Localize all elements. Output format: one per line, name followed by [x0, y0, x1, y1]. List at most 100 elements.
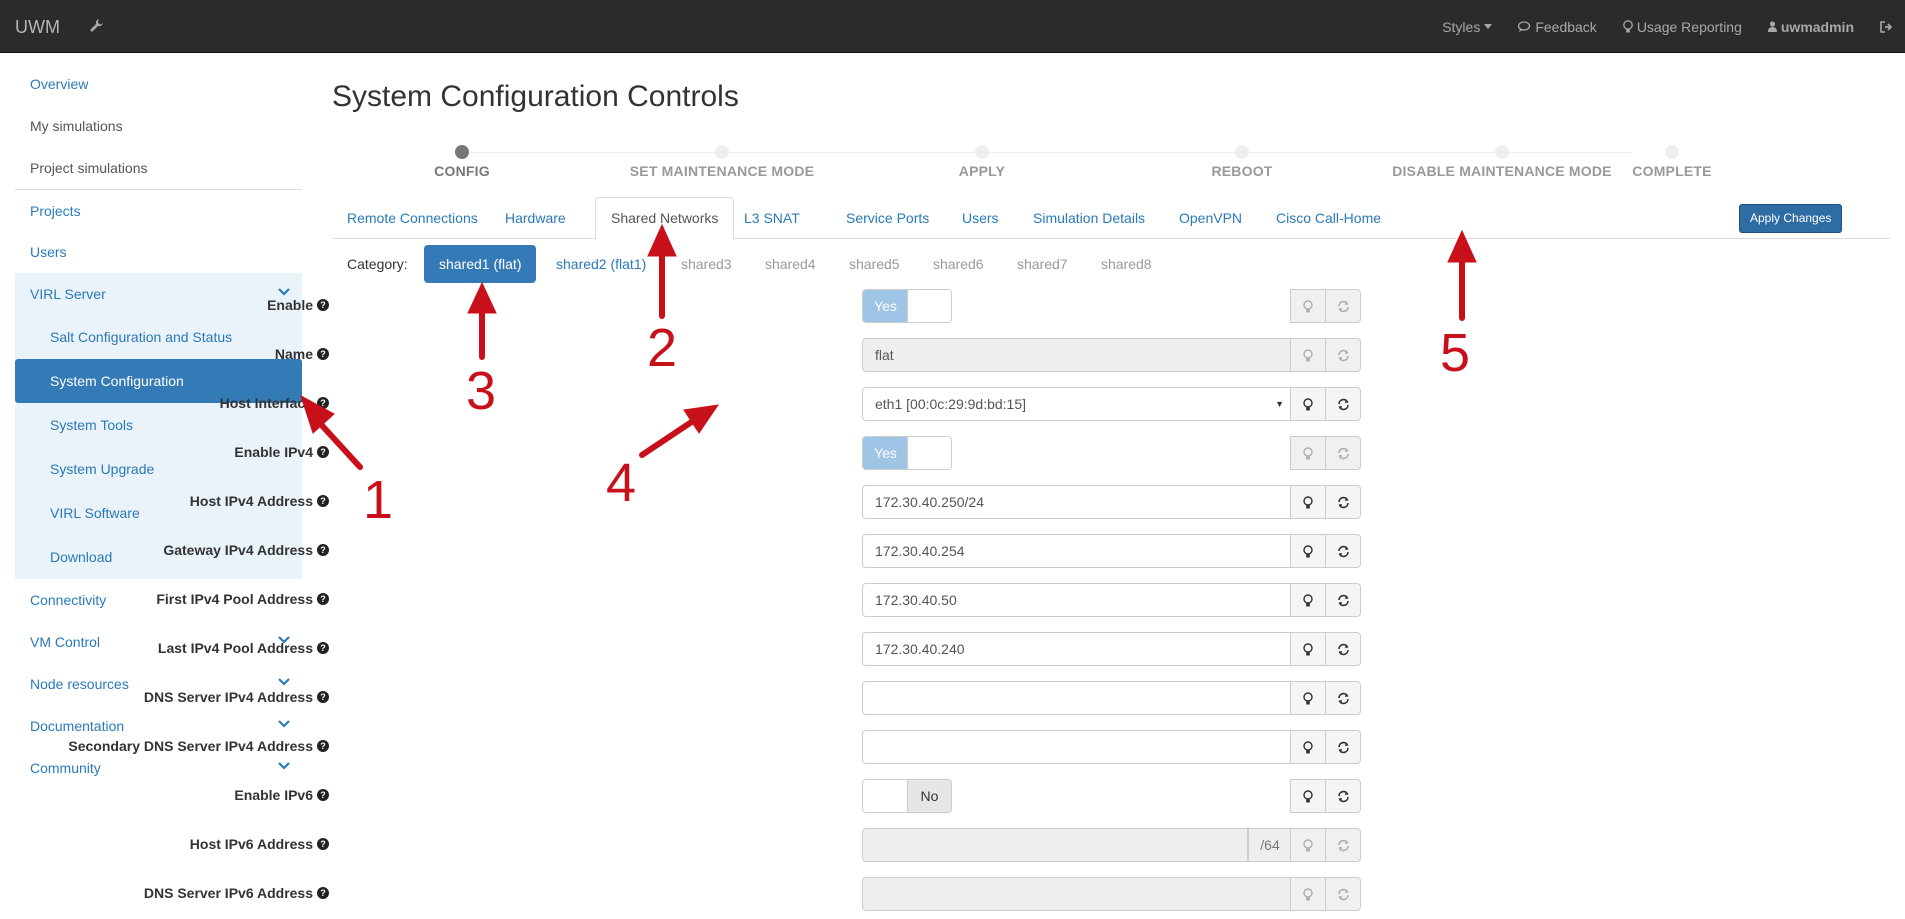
host-ipv4-input[interactable]: 172.30.40.250/24 — [862, 485, 1291, 519]
question-circle-icon[interactable]: ? — [317, 789, 329, 801]
reset-button[interactable] — [1325, 387, 1361, 421]
reset-button[interactable] — [1325, 436, 1361, 470]
hint-button[interactable] — [1290, 534, 1326, 568]
question-circle-icon[interactable]: ? — [317, 642, 329, 654]
tab-remote-connections[interactable]: Remote Connections — [332, 197, 493, 239]
tab-shared-networks[interactable]: Shared Networks — [595, 197, 735, 240]
reset-button[interactable] — [1325, 877, 1361, 911]
question-circle-icon[interactable]: ? — [317, 397, 329, 409]
sidebar-item-project-simulations[interactable]: Project simulations — [15, 147, 302, 189]
question-circle-icon[interactable]: ? — [317, 299, 329, 311]
form-row-first-pool: First IPv4 Pool Address? 172.30.40.50 — [0, 581, 1400, 617]
sidebar-item-users[interactable]: Users — [15, 231, 302, 273]
hint-button[interactable] — [1290, 877, 1326, 911]
question-circle-icon[interactable]: ? — [317, 691, 329, 703]
reset-button[interactable] — [1325, 485, 1361, 519]
enable-toggle[interactable]: Yes — [862, 289, 952, 323]
category-label: Category: — [347, 256, 408, 272]
field-label: Host IPv6 Address? — [190, 826, 329, 862]
name-input[interactable]: flat — [862, 338, 1291, 372]
sidebar-item-projects[interactable]: Projects — [15, 189, 302, 231]
category-pill-shared8[interactable]: shared8 — [1086, 245, 1167, 283]
field-label: Host IPv4 Address? — [190, 483, 329, 519]
hint-button[interactable] — [1290, 730, 1326, 764]
wrench-icon[interactable] — [88, 17, 104, 37]
hint-button[interactable] — [1290, 779, 1326, 813]
styles-menu[interactable]: Styles — [1429, 0, 1505, 53]
feedback-link[interactable]: Feedback — [1505, 0, 1609, 53]
hint-button[interactable] — [1290, 632, 1326, 666]
reset-button[interactable] — [1325, 289, 1361, 323]
question-circle-icon[interactable]: ? — [317, 446, 329, 458]
hint-button[interactable] — [1290, 828, 1326, 862]
refresh-icon — [1337, 692, 1349, 704]
select-value: eth1 [00:0c:29:9d:bd:15] — [875, 396, 1027, 412]
tab-openvpn[interactable]: OpenVPN — [1164, 197, 1257, 239]
question-circle-icon[interactable]: ? — [317, 593, 329, 605]
hint-button[interactable] — [1290, 681, 1326, 715]
first-pool-input[interactable]: 172.30.40.50 — [862, 583, 1291, 617]
enable-ipv6-toggle[interactable]: No — [862, 779, 952, 813]
user-menu[interactable]: uwmadmin — [1755, 0, 1867, 53]
apply-changes-button[interactable]: Apply Changes — [1739, 204, 1843, 233]
tab-l3-snat[interactable]: L3 SNAT — [729, 197, 815, 239]
hint-button[interactable] — [1290, 289, 1326, 323]
sidebar-item-overview[interactable]: Overview — [15, 63, 302, 105]
category-pill-shared5[interactable]: shared5 — [834, 245, 915, 283]
hint-button[interactable] — [1290, 583, 1326, 617]
reset-button[interactable] — [1325, 828, 1361, 862]
progress-wizard: CONFIG SET MAINTENANCE MODE APPLY REBOOT… — [332, 144, 1752, 184]
question-circle-icon[interactable]: ? — [317, 348, 329, 360]
category-pill-shared7[interactable]: shared7 — [1002, 245, 1083, 283]
dns-ipv6-input[interactable] — [862, 877, 1291, 911]
category-pill-shared2[interactable]: shared2 (flat1) — [541, 245, 661, 283]
sidebar-item-my-simulations[interactable]: My simulations — [15, 105, 302, 147]
host-ipv6-input[interactable] — [862, 828, 1248, 862]
category-pill-shared1[interactable]: shared1 (flat) — [424, 245, 537, 283]
question-circle-icon[interactable]: ? — [317, 495, 329, 507]
category-pill-shared3[interactable]: shared3 — [666, 245, 747, 283]
brand[interactable]: UWM — [15, 17, 60, 38]
refresh-icon — [1337, 496, 1349, 508]
tab-simulation-details[interactable]: Simulation Details — [1018, 197, 1160, 239]
reset-button[interactable] — [1325, 779, 1361, 813]
lightbulb-icon — [1303, 446, 1313, 459]
tab-cisco-call-home[interactable]: Cisco Call-Home — [1261, 197, 1396, 239]
feedback-label: Feedback — [1535, 18, 1597, 35]
reset-button[interactable] — [1325, 534, 1361, 568]
lightbulb-icon — [1303, 838, 1313, 851]
comments-icon — [1518, 21, 1531, 32]
tab-hardware[interactable]: Hardware — [490, 197, 581, 239]
enable-ipv4-toggle[interactable]: Yes — [862, 436, 952, 470]
last-pool-input[interactable]: 172.30.40.240 — [862, 632, 1291, 666]
user-icon — [1767, 21, 1777, 32]
hint-button[interactable] — [1290, 387, 1326, 421]
hint-button[interactable] — [1290, 338, 1326, 372]
hint-button[interactable] — [1290, 436, 1326, 470]
reset-button[interactable] — [1325, 583, 1361, 617]
hint-button[interactable] — [1290, 485, 1326, 519]
category-pill-shared6[interactable]: shared6 — [918, 245, 999, 283]
host-interface-select[interactable]: eth1 [00:0c:29:9d:bd:15] ▼ — [862, 387, 1291, 421]
reset-button[interactable] — [1325, 730, 1361, 764]
reset-button[interactable] — [1325, 338, 1361, 372]
secondary-dns-ipv4-input[interactable] — [862, 730, 1291, 764]
toggle-off-label: No — [907, 780, 951, 812]
usage-reporting-link[interactable]: Usage Reporting — [1610, 0, 1755, 53]
question-circle-icon[interactable]: ? — [317, 544, 329, 556]
dns-ipv4-input[interactable] — [862, 681, 1291, 715]
refresh-icon — [1337, 349, 1349, 361]
logout-button[interactable] — [1867, 0, 1905, 53]
sidebar-item-label: Project simulations — [30, 160, 148, 176]
gateway-ipv4-input[interactable]: 172.30.40.254 — [862, 534, 1291, 568]
tab-users[interactable]: Users — [947, 197, 1014, 239]
config-tabs: Remote Connections Hardware Shared Netwo… — [332, 197, 1890, 240]
tab-service-ports[interactable]: Service Ports — [831, 197, 944, 239]
reset-button[interactable] — [1325, 632, 1361, 666]
question-circle-icon[interactable]: ? — [317, 740, 329, 752]
question-circle-icon[interactable]: ? — [317, 887, 329, 899]
reset-button[interactable] — [1325, 681, 1361, 715]
category-pill-shared4[interactable]: shared4 — [750, 245, 831, 283]
field-label: DNS Server IPv4 Address? — [144, 679, 329, 715]
question-circle-icon[interactable]: ? — [317, 838, 329, 850]
